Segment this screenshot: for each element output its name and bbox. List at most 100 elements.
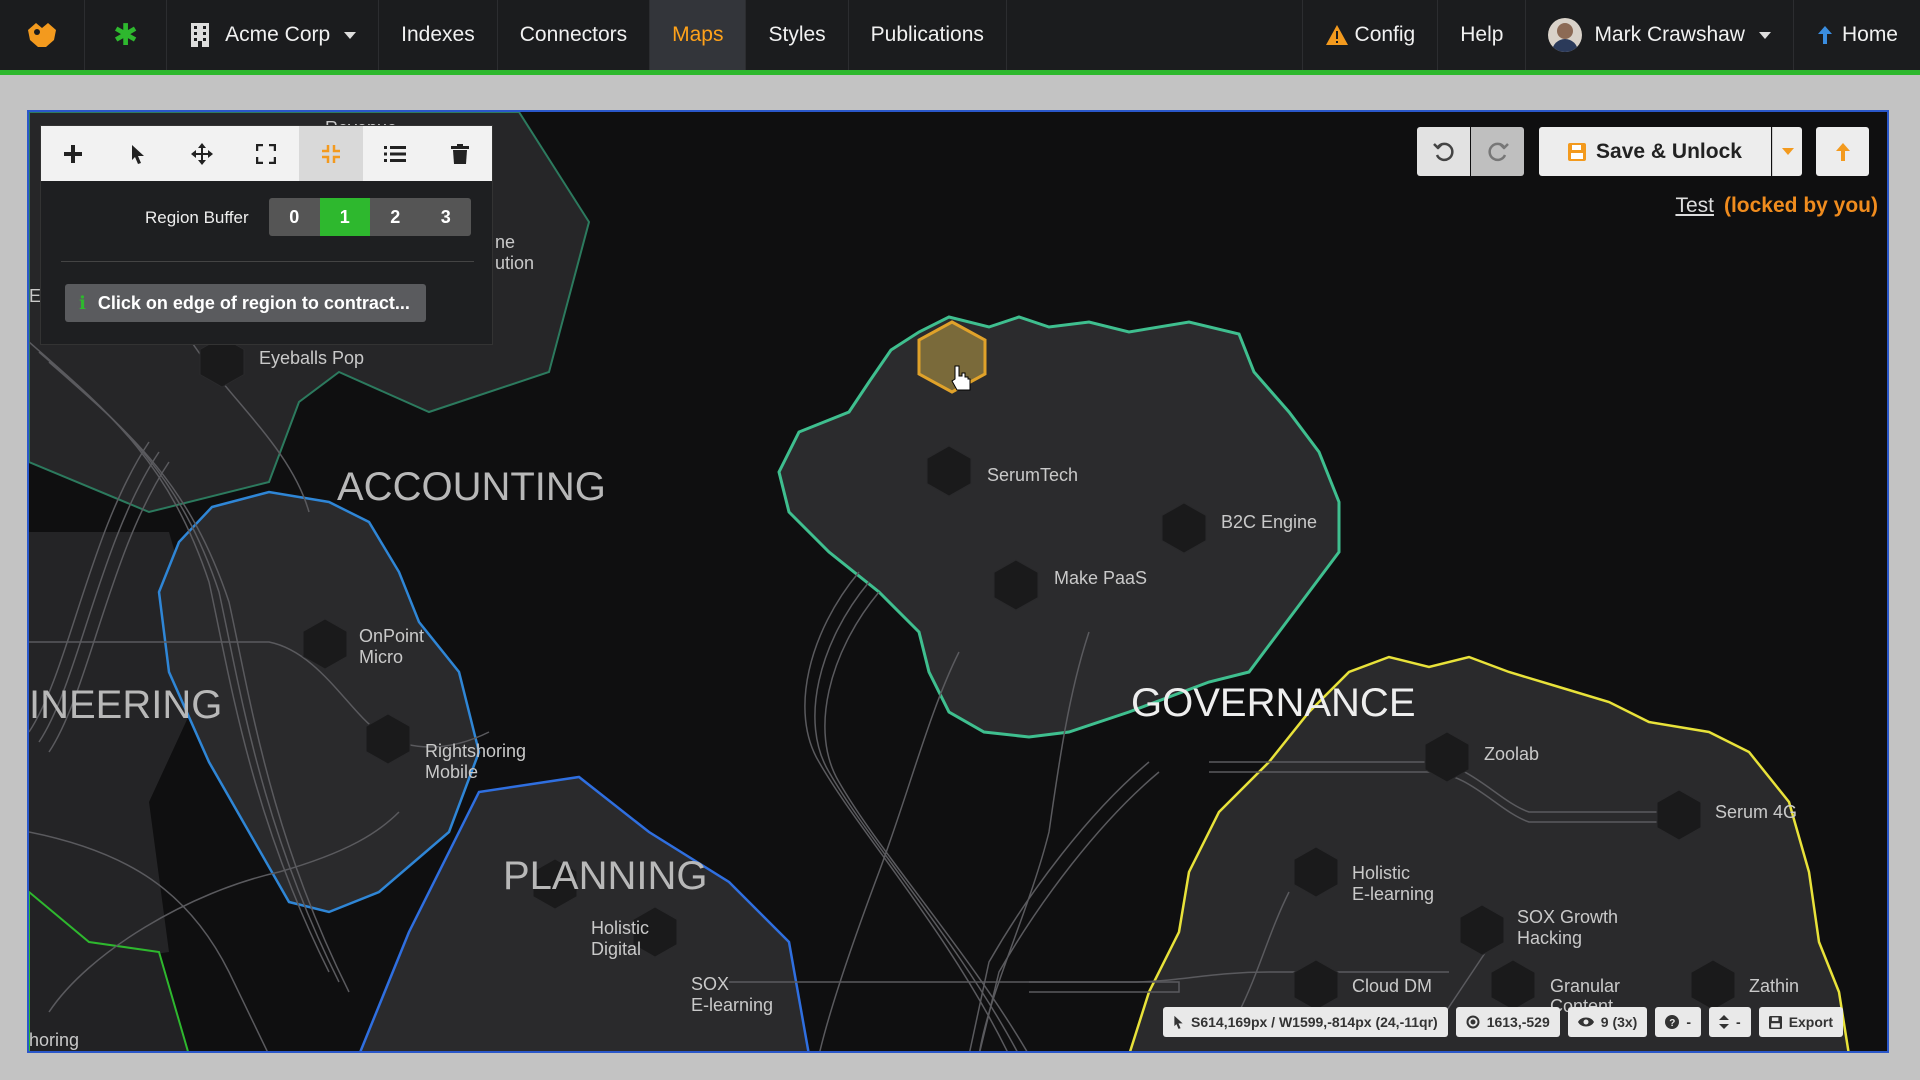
nav-indexes[interactable]: Indexes <box>379 0 498 70</box>
nav-styles[interactable]: Styles <box>746 0 849 70</box>
nav-publications-label: Publications <box>870 23 984 46</box>
node-label-holistic-elearning-2: E-learning <box>1352 884 1434 904</box>
list-icon <box>384 145 407 162</box>
expand-tool-button[interactable] <box>234 126 298 181</box>
undo-icon <box>1432 142 1454 161</box>
arrow-up-icon <box>1817 26 1832 44</box>
edit-tool-panel: Region Buffer 0 1 2 3 ℹ Click on edge of… <box>40 125 493 345</box>
nav-indexes-label: Indexes <box>401 23 475 46</box>
pointer-icon <box>1174 1015 1183 1029</box>
region-buffer-label: Region Buffer <box>145 208 249 227</box>
trash-icon <box>450 143 469 164</box>
view-zoom-text: 9 (3x) <box>1600 1014 1638 1030</box>
view-zoom-chip[interactable]: 9 (3x) <box>1567 1007 1648 1037</box>
delete-tool-button[interactable] <box>428 126 492 181</box>
buffer-option-1[interactable]: 1 <box>319 198 370 236</box>
add-tool-button[interactable] <box>41 126 105 181</box>
buffer-option-3[interactable]: 3 <box>421 198 472 236</box>
node-label-eyeballs: Eyeballs Pop <box>259 348 364 368</box>
sort-chip[interactable]: - <box>1709 1007 1751 1037</box>
node-label-holistic-elearning-1: Holistic <box>1352 863 1410 883</box>
chevron-down-icon <box>344 31 357 39</box>
nav-maps-label: Maps <box>672 23 724 46</box>
center-coords-chip[interactable]: 1613,-529 <box>1455 1007 1560 1037</box>
cursor-position-chip[interactable]: S614,169px / W1599,-814px (24,-11qr) <box>1163 1007 1448 1037</box>
pointer-tool-button[interactable] <box>105 126 169 181</box>
nav-home-label: Home <box>1841 23 1898 46</box>
map-statusbar: S614,169px / W1599,-814px (24,-11qr) 161… <box>1163 1007 1844 1037</box>
region-label-planning: PLANNING <box>503 854 708 898</box>
help-chip[interactable]: ? - <box>1655 1007 1702 1037</box>
chevron-down-icon <box>1781 148 1794 155</box>
nav-styles-label: Styles <box>768 23 826 46</box>
target-icon <box>1466 1015 1480 1029</box>
nav-help-label: Help <box>1460 23 1504 46</box>
chevron-down-icon <box>1758 31 1771 39</box>
node-label-onpoint-2: Micro <box>359 647 403 667</box>
nav-publications[interactable]: Publications <box>849 0 1007 70</box>
publish-button[interactable] <box>1816 127 1869 176</box>
nav-home[interactable]: Home <box>1794 0 1920 70</box>
node-label-partial-ne: ne <box>495 232 515 252</box>
export-label: Export <box>1788 1014 1834 1030</box>
save-icon <box>1568 142 1587 161</box>
org-name: Acme Corp <box>225 23 331 46</box>
user-name: Mark Crawshaw <box>1594 23 1745 46</box>
panel-divider <box>61 261 474 262</box>
undo-button[interactable] <box>1417 127 1470 176</box>
help-chip-text: - <box>1686 1014 1692 1030</box>
node-label-b2c: B2C Engine <box>1221 512 1317 532</box>
node-label-partial-ution: ution <box>495 253 534 273</box>
node-label-granular-1: Granular <box>1550 976 1620 996</box>
buffer-option-2[interactable]: 2 <box>370 198 421 236</box>
asterisk-button[interactable]: ✱ <box>85 0 168 70</box>
node-label-clouddm: Cloud DM <box>1352 976 1432 996</box>
node-label-rightshoring-1: Rightshoring <box>425 741 526 761</box>
region-buffer-selector: 0 1 2 3 <box>269 198 471 236</box>
region-label-accounting: ACCOUNTING <box>337 465 606 509</box>
warning-icon <box>1325 25 1348 45</box>
node-label-partial-horing: horing <box>29 1030 79 1050</box>
expand-icon <box>256 143 277 164</box>
center-coords-text: 1613,-529 <box>1486 1014 1550 1030</box>
info-icon: ℹ <box>79 292 86 313</box>
redo-icon <box>1487 142 1509 161</box>
save-unlock-button[interactable]: Save & Unlock <box>1539 127 1771 176</box>
redo-button[interactable] <box>1471 127 1524 176</box>
node-label-sox-elearning-1: SOX <box>691 974 729 994</box>
avatar <box>1548 18 1583 52</box>
nav-connectors[interactable]: Connectors <box>498 0 651 70</box>
asterisk-icon: ✱ <box>113 18 139 52</box>
buffer-option-0[interactable]: 0 <box>269 198 320 236</box>
lock-map-name[interactable]: Test <box>1675 194 1714 217</box>
arrow-up-icon <box>1835 142 1850 161</box>
nav-help[interactable]: Help <box>1438 0 1527 70</box>
hint-text: Click on edge of region to contract... <box>97 292 410 313</box>
cursor-position-text: S614,169px / W1599,-814px (24,-11qr) <box>1191 1014 1438 1030</box>
app-logo[interactable] <box>0 0 85 70</box>
export-button[interactable]: Export <box>1758 1007 1844 1037</box>
node-label-holistic-digital-2: Digital <box>591 939 641 959</box>
contract-tool-button[interactable] <box>298 126 364 181</box>
node-label-zathin: Zathin <box>1749 976 1799 996</box>
tool-row <box>41 126 492 181</box>
lock-status: Test (locked by you) <box>1675 194 1878 218</box>
region-buffer-row: Region Buffer 0 1 2 3 <box>41 198 492 238</box>
list-tool-button[interactable] <box>363 126 427 181</box>
node-label-serumtech: SerumTech <box>987 465 1078 485</box>
lock-status-text: (locked by you) <box>1723 194 1878 217</box>
help-circle-icon: ? <box>1665 1015 1680 1029</box>
save-dropdown-button[interactable] <box>1772 127 1802 176</box>
top-navbar: ✱ Acme Corp Indexes Connectors Maps Styl… <box>0 0 1920 75</box>
sort-chip-text: - <box>1736 1014 1741 1030</box>
user-menu[interactable]: Mark Crawshaw <box>1526 0 1794 70</box>
nav-config-label: Config <box>1354 23 1416 46</box>
nav-maps[interactable]: Maps <box>650 0 747 70</box>
nav-config[interactable]: Config <box>1301 0 1439 70</box>
move-tool-button[interactable] <box>170 126 234 181</box>
org-dropdown[interactable]: Acme Corp <box>167 0 380 70</box>
sort-icon <box>1719 1015 1730 1029</box>
hint-message: ℹ Click on edge of region to contract... <box>65 284 426 322</box>
node-label-rightshoring-2: Mobile <box>425 762 478 782</box>
svg-text:?: ? <box>1670 1018 1676 1029</box>
